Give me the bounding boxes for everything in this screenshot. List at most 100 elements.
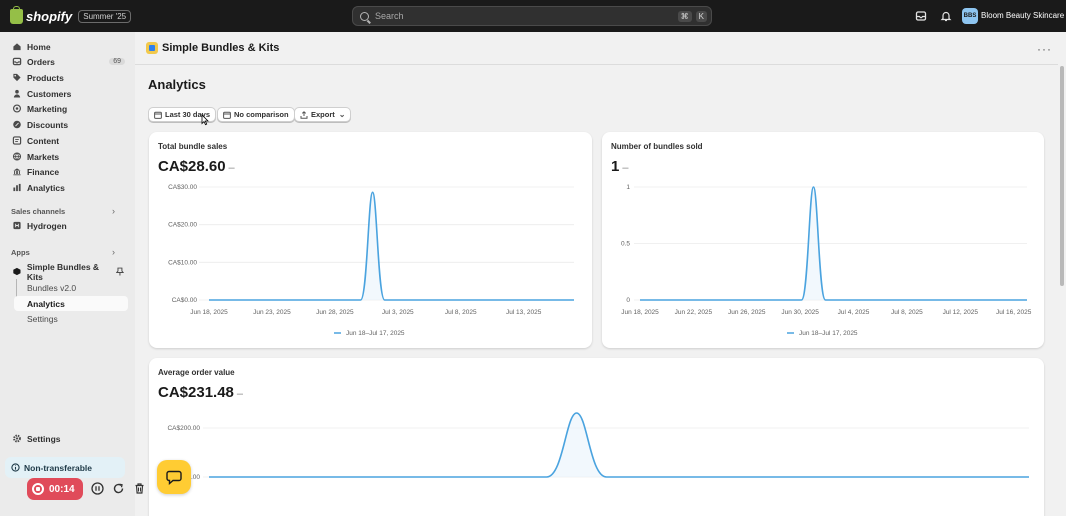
search-placeholder: Search xyxy=(375,11,404,21)
home-icon xyxy=(13,43,21,51)
recording-time: 00:14 xyxy=(49,483,75,495)
non-transferable-banner[interactable]: Non-transferable xyxy=(5,457,125,478)
target-icon xyxy=(12,104,22,113)
export-label: Export xyxy=(311,110,335,119)
sidebar-item-label: Content xyxy=(27,135,60,146)
pin-icon[interactable] xyxy=(116,267,124,276)
total-sales-card: Total bundle sales CA$28.60– CA$30.00 CA$… xyxy=(149,132,592,348)
recording-indicator[interactable]: 00:14 xyxy=(27,478,83,500)
sidebar-item-hydrogen[interactable]: Hydrogen xyxy=(6,218,128,233)
x-tick-label: Jun 18, 2025 xyxy=(621,309,659,316)
y-tick-label: CA$0.00 xyxy=(172,297,198,304)
sales-channels-heading: Sales channels xyxy=(11,207,66,216)
page-title: Analytics xyxy=(148,77,206,92)
sidebar-item-label: Products xyxy=(27,72,64,83)
comparison-label: No comparison xyxy=(234,110,289,119)
total-sales-chart: CA$30.00 CA$20.00 CA$10.00 CA$0.00 Jun 18, 2… xyxy=(168,184,574,337)
chevron-down-icon: ⌄ xyxy=(338,110,346,119)
y-tick-label: 1 xyxy=(626,184,630,191)
shopify-logo[interactable]: shopify xyxy=(10,5,73,24)
sidebar-item-app-settings[interactable]: Settings xyxy=(14,311,128,326)
sidebar-item-discounts[interactable]: Discounts xyxy=(6,117,128,132)
sidebar-item-bundles-v2[interactable]: Bundles v2.0 xyxy=(14,280,128,295)
bell-icon[interactable] xyxy=(940,10,952,22)
app-logo-icon xyxy=(146,42,158,54)
x-tick-label: Jul 4, 2025 xyxy=(838,309,870,316)
more-actions-icon[interactable]: ··· xyxy=(1037,42,1052,56)
y-tick-label: CA$30.00 xyxy=(168,184,197,191)
y-tick-label: 0.5 xyxy=(621,241,630,248)
shortcut-cmd: ⌘ xyxy=(677,10,692,22)
sidebar-item-markets[interactable]: Markets xyxy=(6,149,128,164)
restart-icon[interactable] xyxy=(112,482,125,495)
sidebar-item-analytics[interactable]: Analytics xyxy=(6,180,128,195)
app-title: Simple Bundles & Kits xyxy=(162,42,280,54)
export-button[interactable]: Export ⌄ xyxy=(294,107,352,122)
series-area xyxy=(209,413,1029,477)
x-tick-label: Jun 18, 2025 xyxy=(190,309,228,316)
store-avatar[interactable]: BBS xyxy=(962,8,978,24)
x-tick-label: Jul 12, 2025 xyxy=(943,309,979,316)
comparison-button[interactable]: No comparison xyxy=(217,107,295,122)
sidebar-item-label: Markets xyxy=(27,151,60,162)
sidebar-item-marketing[interactable]: Marketing xyxy=(6,101,128,116)
x-tick-label: Jul 8, 2025 xyxy=(891,309,923,316)
x-tick-label: Jul 16, 2025 xyxy=(996,309,1032,316)
pause-icon[interactable] xyxy=(91,482,104,495)
series-line xyxy=(209,191,574,301)
x-tick-label: Jul 8, 2025 xyxy=(445,309,477,316)
bundles-sold-chart: 1 0.5 0 Jun 18, 2025 Jun 22, 2025 Jun 26, 202… xyxy=(621,184,1032,337)
shopify-bag-icon xyxy=(10,5,23,24)
info-icon xyxy=(11,463,20,472)
sidebar-item-home[interactable]: Home xyxy=(6,39,128,54)
x-tick-label: Jun 28, 2025 xyxy=(316,309,354,316)
hydrogen-icon xyxy=(13,221,21,230)
sidebar-item-label: Customers xyxy=(27,88,72,99)
sidebar-item-label: Bundles v2.0 xyxy=(27,282,77,293)
legend-label: Jun 18–Jul 17, 2025 xyxy=(346,330,405,337)
sidebar-item-app-analytics[interactable]: Analytics xyxy=(14,296,128,311)
mouse-cursor-icon xyxy=(201,114,209,126)
export-icon xyxy=(300,110,308,119)
search-input[interactable]: Search ⌘ K xyxy=(352,6,712,26)
sidebar-item-label: Home xyxy=(27,41,51,52)
sidebar-item-finance[interactable]: Finance xyxy=(6,164,128,179)
sidebar-item-products[interactable]: Products xyxy=(6,70,128,85)
sidebar-item-orders[interactable]: Orders 69 xyxy=(6,54,128,69)
shortcut-key: K xyxy=(695,10,707,22)
calendar-compare-icon xyxy=(223,111,231,119)
sidebar-item-label: Finance xyxy=(27,166,60,177)
y-tick-label: CA$10.00 xyxy=(168,259,197,266)
series-line xyxy=(209,412,1029,478)
series-area xyxy=(209,192,574,300)
non-transferable-label: Non-transferable xyxy=(24,462,93,473)
sidebar-item-simple-bundles[interactable]: Simple Bundles & Kits xyxy=(6,262,128,282)
chat-bubble-icon xyxy=(166,470,182,485)
sidebar-item-customers[interactable]: Customers xyxy=(6,86,128,101)
edition-badge[interactable]: Summer '25 xyxy=(78,9,132,23)
gear-icon xyxy=(13,434,21,443)
content-icon xyxy=(12,136,22,145)
help-chat-button[interactable] xyxy=(157,460,191,494)
person-icon xyxy=(13,89,21,98)
x-tick-label: Jun 30, 2025 xyxy=(781,309,819,316)
calendar-icon xyxy=(154,111,162,119)
sidebar-item-label: Discounts xyxy=(27,119,69,130)
sidebar-item-label: Analytics xyxy=(27,298,65,309)
store-name[interactable]: Bloom Beauty Skincare xyxy=(981,11,1064,20)
average-order-card: Average order value CA$231.48– CA$200.00… xyxy=(149,358,1044,516)
search-icon xyxy=(360,11,369,21)
tag-icon xyxy=(13,73,21,82)
sidebar-item-label: Analytics xyxy=(27,182,65,193)
trash-icon[interactable] xyxy=(133,482,146,495)
sidebar-item-settings[interactable]: Settings xyxy=(6,431,128,446)
discount-icon xyxy=(13,120,21,129)
scrollbar-thumb[interactable] xyxy=(1060,66,1064,286)
apps-heading: Apps xyxy=(11,248,30,257)
legend-label: Jun 18–Jul 17, 2025 xyxy=(799,330,858,337)
logo-text: shopify xyxy=(26,8,73,24)
sidebar-item-label: Orders xyxy=(27,56,55,67)
bundles-app-icon xyxy=(13,267,21,276)
sidebar-item-content[interactable]: Content xyxy=(6,133,128,148)
inbox-icon[interactable] xyxy=(915,10,927,22)
